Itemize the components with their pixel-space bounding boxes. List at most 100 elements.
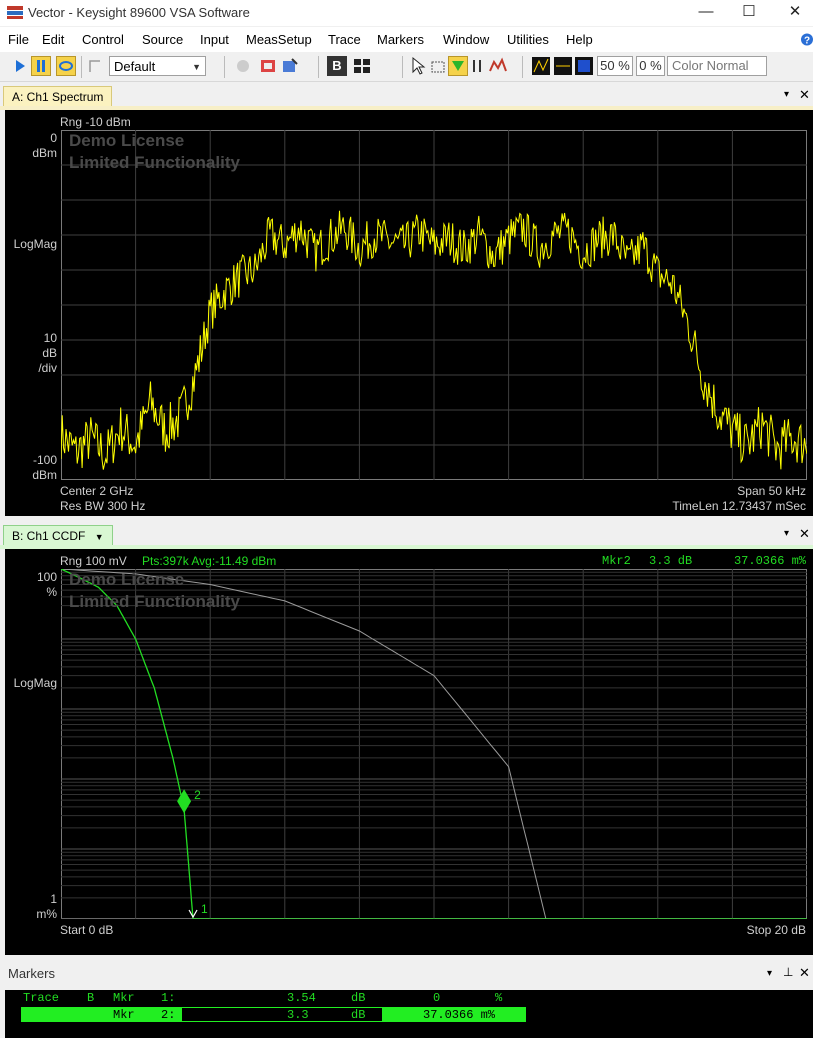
menu-source[interactable]: Source [142,32,183,47]
format-label: LogMag [13,237,57,251]
range-label: Rng 100 mV [60,554,127,568]
ccdf-plot[interactable]: 21 [61,569,807,919]
start-label: Start 0 dB [60,923,114,937]
ccdf-gaussian-reference [61,569,547,919]
trace-b-tabstrip: B: Ch1 CCDF ▼ ▾ ✕ [0,524,813,546]
app-icon [7,4,23,20]
preset-value: Default [114,59,156,74]
markers-title: Markers [8,966,55,981]
format-label: LogMag [13,676,57,690]
close-icon[interactable]: ✕ [799,87,810,103]
title-bar: Vector - Keysight 89600 VSA Software — ☐… [0,0,813,26]
time-trace-icon[interactable] [553,56,573,76]
toolbar-separator [318,56,319,78]
marker-peak-button[interactable] [448,56,468,76]
menu-trace[interactable]: Trace [328,32,361,47]
pointer-icon[interactable] [408,56,428,76]
marker-pair-icon[interactable] [468,56,488,76]
marker-index: 1: [161,991,176,1005]
ccdf-grid [61,569,807,919]
stop-label: Stop 20 dB [746,923,806,937]
center-freq-label: Center 2 GHz [60,484,134,498]
marker-readout-x: 3.3 dB [649,554,693,568]
menu-edit[interactable]: Edit [42,32,64,47]
rbw-label: Res BW 300 Hz [60,499,146,513]
menu-markers[interactable]: Markers [377,32,424,47]
continuous-button[interactable] [56,56,76,76]
menu-utilities[interactable]: Utilities [507,32,549,47]
pause-icon [37,60,45,72]
record-icon[interactable] [233,56,253,76]
marker-mkr-col: Mkr [113,991,135,1005]
window-menu-icon[interactable]: ▾ [784,89,789,100]
svg-text:?: ? [804,36,810,47]
markers-panel: Trace B Mkr 1: 3.54 dB 0 % Mkr 2: 3.3 dB… [5,990,813,1038]
y-top-unit-label: dBm [32,146,57,160]
menu-help[interactable]: Help [566,32,593,47]
marker-trace-col: Trace [23,991,60,1005]
trace-a-window: Rng -10 dBm 0 dBm LogMag 10 dB /div -100… [5,110,813,516]
marker-row-2[interactable]: Mkr 2: 3.3 dB 37.0366 m% [21,1007,526,1022]
window-menu-icon[interactable]: ▾ [784,528,789,539]
close-icon[interactable]: ✕ [799,526,810,542]
window-menu-icon[interactable]: ▾ [767,968,772,979]
toolbar-separator [224,56,225,78]
percent-field-1[interactable]: 50 % [597,56,633,76]
save-icon[interactable] [280,56,300,76]
toolbar-separator [522,56,523,78]
watermark-license: Demo License [69,570,185,589]
percent-field-2[interactable]: 0 % [636,56,665,76]
recall-icon[interactable] [258,56,278,76]
menu-meassetup[interactable]: MeasSetup [246,32,312,47]
spectrum-icon[interactable] [531,56,551,76]
loop-icon [59,61,73,71]
bold-b-icon[interactable]: B [327,56,347,76]
range-label: Rng -10 dBm [60,115,131,129]
marker-row-1[interactable]: Trace B Mkr 1: 3.54 dB 0 % [21,990,531,1006]
marker-y-unit: % [495,991,503,1005]
marker-x-value: 3.3 [287,1008,309,1022]
preset-select[interactable]: Default ▼ [109,56,206,76]
menu-control[interactable]: Control [82,32,124,47]
pin-icon[interactable]: ⊥ [783,965,793,979]
scale-unit-label: dB [42,346,57,360]
y-bottom-value-label: 1 [50,892,57,906]
marker-2-diamond [177,789,192,814]
trace-a-tabstrip: A: Ch1 Spectrum ▾ ✕ [0,85,813,107]
marker-x-value: 3.54 [287,991,316,1005]
chevron-down-icon: ▼ [192,62,201,72]
close-icon[interactable]: ✕ [799,965,810,981]
spectrogram-icon[interactable] [574,56,594,76]
help-icon[interactable]: ? [800,32,813,47]
zoom-select-icon[interactable] [428,56,448,76]
stats-label: Pts:397k Avg:-11.49 dBm [142,554,277,568]
minimize-button[interactable]: — [683,0,729,26]
close-button[interactable]: ✕ [772,0,813,26]
span-label: Span 50 kHz [737,484,806,498]
pause-button[interactable] [31,56,51,76]
spectrum-plot[interactable] [61,130,807,480]
layout-grid-icon[interactable] [352,56,372,76]
y-top-value-label: 100 [36,570,57,584]
tab-trace-a[interactable]: A: Ch1 Spectrum [3,86,113,107]
marker-search-icon[interactable] [488,56,508,76]
scale-per-label: /div [38,361,57,375]
marker-trace-name: B [87,991,95,1005]
toolbar-separator [402,56,403,78]
restart-icon[interactable] [85,56,105,76]
menu-window[interactable]: Window [443,32,489,47]
marker-x-unit: dB [351,991,366,1005]
toolbar: Default ▼ B 50 % 0 % Color Normal [0,53,813,82]
menu-input[interactable]: Input [200,32,229,47]
marker-index: 2: [161,1008,176,1022]
trace-b-window: Rng 100 mV Pts:397k Avg:-11.49 dBm Mkr2 … [5,549,813,955]
watermark-limited: Limited Functionality [69,153,240,172]
play-icon[interactable] [10,56,30,76]
tab-trace-b[interactable]: B: Ch1 CCDF ▼ [3,525,113,546]
marker-icon [452,61,464,71]
maximize-button[interactable]: ☐ [726,0,772,26]
menu-file[interactable]: File [8,32,29,47]
scale-value-label: 10 [43,331,57,345]
color-mode-select[interactable]: Color Normal [667,56,767,76]
y-top-unit-label: % [46,585,57,599]
